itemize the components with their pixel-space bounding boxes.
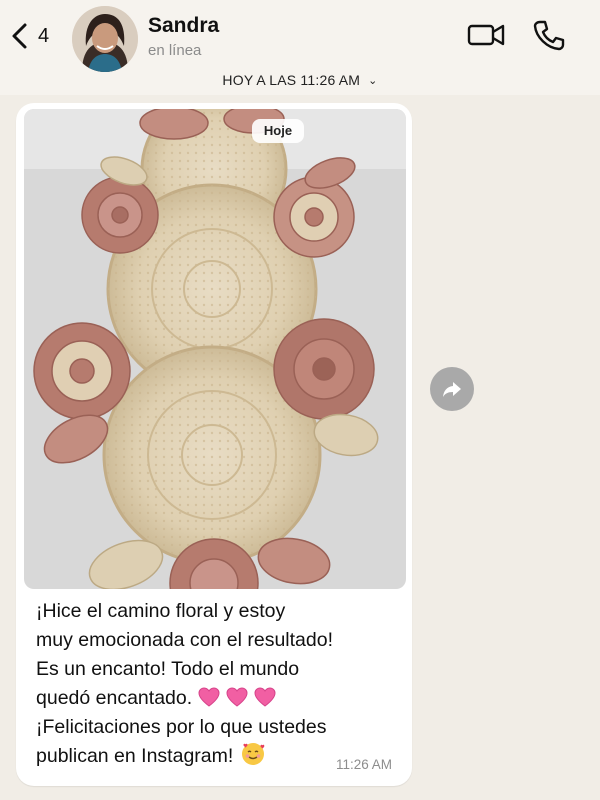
pink-heart-emoji	[254, 687, 276, 707]
unread-count: 4	[38, 24, 50, 47]
date-separator[interactable]: HOY A LAS 11:26 AM ⌄	[0, 72, 600, 88]
chevron-left-icon	[12, 23, 27, 49]
date-label: HOY A LAS 11:26 AM	[222, 72, 361, 88]
video-call-button[interactable]	[466, 20, 506, 50]
message-line: quedó encantado.	[36, 687, 193, 709]
message-bubble[interactable]: Hoje ¡Hice el camino floral y estoy muy …	[16, 103, 412, 786]
message-photo[interactable]: Hoje	[24, 109, 406, 589]
avatar[interactable]	[72, 6, 138, 72]
voice-call-button[interactable]	[532, 18, 566, 52]
flower	[273, 318, 375, 420]
phone-icon	[533, 20, 565, 51]
flower	[33, 322, 131, 420]
contact-status: en línea	[148, 42, 202, 59]
chat-header: 4 Sandra en línea HOY A LAS 11:26 AM ⌄	[0, 0, 600, 95]
chevron-down-icon: ⌄	[368, 75, 378, 87]
pink-heart-emoji	[226, 687, 248, 707]
flower	[273, 176, 355, 258]
flower	[81, 176, 159, 254]
message-line: ¡Felicitaciones por lo que ustedes	[36, 716, 327, 738]
message-line: muy emocionada con el resultado!	[36, 629, 334, 651]
photo-label-badge: Hoje	[252, 119, 304, 143]
forward-button[interactable]	[430, 367, 474, 411]
back-button[interactable]: 4	[8, 22, 49, 50]
share-arrow-icon	[443, 382, 461, 397]
message-line: publican en Instagram!	[36, 745, 234, 767]
video-camera-icon	[467, 24, 505, 46]
message-line: Es un encanto! Todo el mundo	[36, 658, 300, 680]
message-line: ¡Hice el camino floral y estoy	[36, 600, 286, 622]
message-timestamp: 11:26 AM	[335, 757, 392, 772]
message-text: ¡Hice el camino floral y estoy muy emoci…	[36, 597, 396, 771]
smiling-face-with-hearts-emoji	[242, 743, 265, 765]
contact-name[interactable]: Sandra	[148, 14, 219, 38]
pink-heart-emoji	[198, 687, 220, 707]
